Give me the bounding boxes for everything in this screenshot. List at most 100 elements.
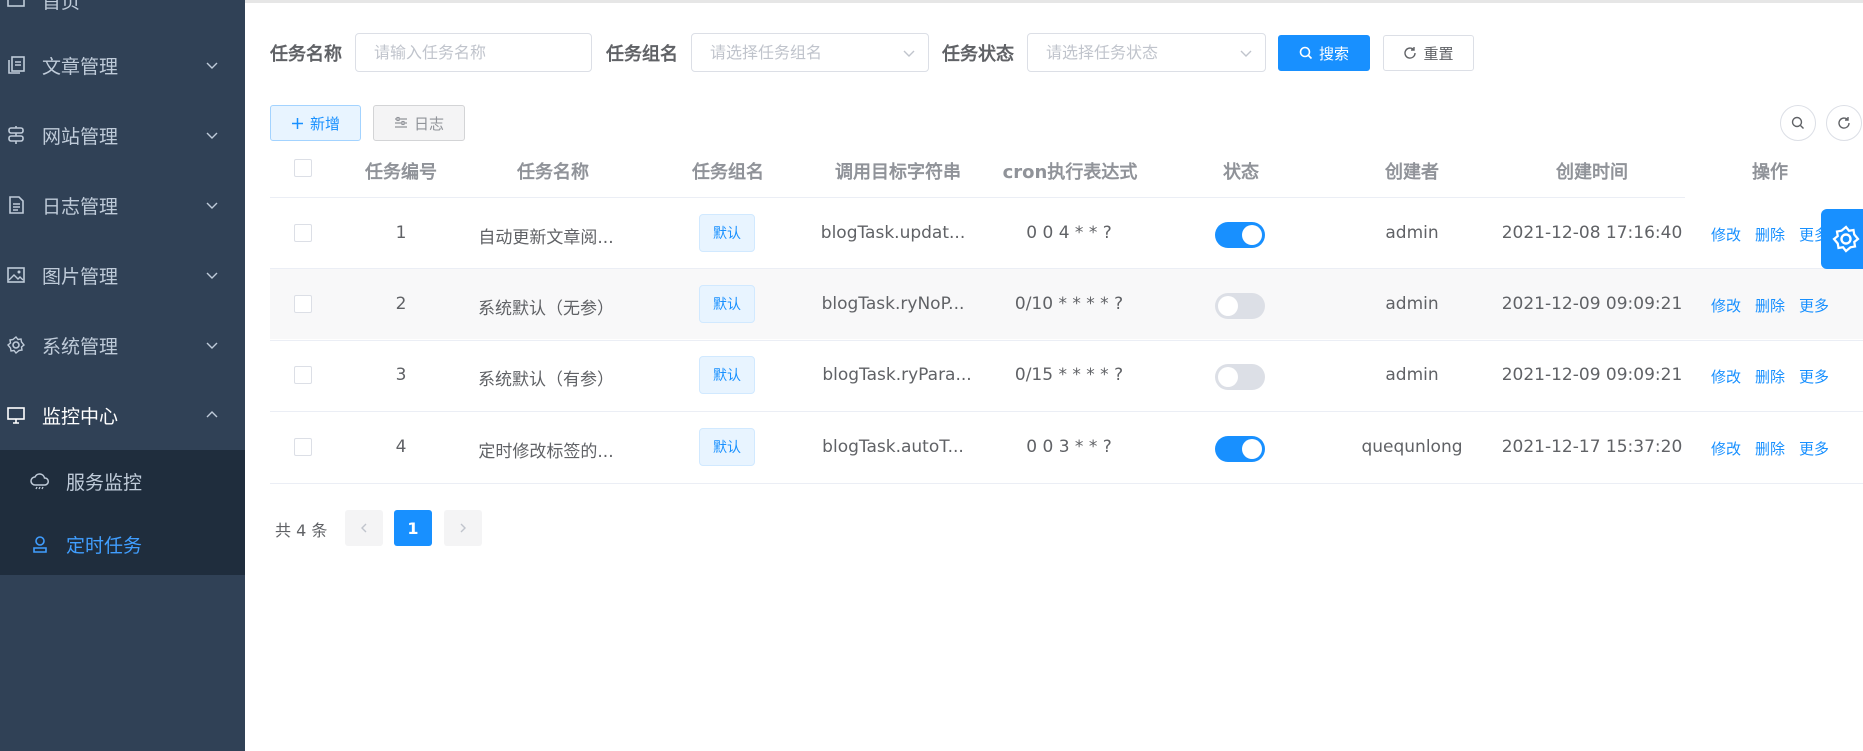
sidebar-item-label: 图片管理 [42, 265, 119, 288]
edit-link[interactable]: 修改 [1711, 438, 1741, 459]
switch-knob [1218, 367, 1238, 387]
more-link[interactable]: 更多 [1799, 366, 1829, 387]
row-divider [270, 483, 1863, 484]
delete-link[interactable]: 删除 [1755, 224, 1785, 245]
search-button-label: 搜索 [1318, 44, 1349, 63]
refresh-icon [1404, 47, 1417, 59]
submenu: 服务监控 定时任务 [0, 450, 245, 575]
sidebar-item-pictures[interactable]: 图片管理 [0, 240, 245, 310]
sidebar-item-articles[interactable]: 文章管理 [0, 30, 245, 100]
more-link[interactable]: 更多 [1799, 295, 1829, 316]
sidebar-item-monitor[interactable]: 监控中心 [0, 380, 245, 450]
task-group-tag: 默认 [699, 356, 755, 394]
task-group-tag: 默认 [699, 285, 755, 323]
delete-link[interactable]: 删除 [1755, 295, 1785, 316]
reset-button-label: 重置 [1423, 44, 1454, 63]
refresh-icon [1838, 117, 1850, 129]
edit-link[interactable]: 修改 [1711, 224, 1741, 245]
chevron-down-icon [206, 132, 218, 139]
row-divider [270, 340, 1863, 341]
sidebar-item-website[interactable]: 网站管理 [0, 100, 245, 170]
page-button-current[interactable]: 1 [394, 510, 432, 546]
switch-knob [1242, 439, 1262, 459]
create-time: 2021-12-09 09:09:21 [1501, 365, 1683, 385]
status-switch[interactable] [1215, 364, 1265, 390]
creator: quequnlong [1361, 437, 1463, 457]
task-id: 4 [395, 437, 407, 457]
sidebar-item-label: 网站管理 [42, 125, 119, 148]
task-status-placeholder: 请选择任务状态 [1046, 43, 1159, 62]
log-file-icon [9, 196, 24, 214]
task-id: 1 [395, 223, 407, 243]
task-group-tag: 默认 [699, 428, 755, 466]
cron-expression: 0/10 * * * * ? [1014, 294, 1124, 314]
invoke-target: blogTask.updat... [820, 223, 966, 243]
more-link[interactable]: 更多 [1799, 438, 1829, 459]
task-name-input[interactable]: 请输入任务名称 [355, 33, 592, 72]
cron-expression: 0 0 4 * * ? [1026, 223, 1112, 243]
column-header: 状态 [1223, 162, 1259, 183]
reset-button[interactable]: 重置 [1383, 35, 1474, 71]
sidebar-item-logs[interactable]: 日志管理 [0, 170, 245, 240]
sidebar-item-system[interactable]: 系统管理 [0, 310, 245, 380]
sidebar: 首页 文章管理 网站管理 日志管理 图片管理 系统管理 监控中心 服务监控 定时… [0, 0, 245, 751]
sidebar-item-label: 日志管理 [42, 195, 119, 218]
task-name: 系统默认（有参） [478, 370, 614, 390]
task-group-select[interactable]: 请选择任务组名 [691, 33, 929, 72]
column-header: 任务编号 [365, 162, 437, 183]
task-group-tag: 默认 [699, 214, 755, 252]
task-name-label: 任务名称 [270, 44, 342, 65]
operation-icon [394, 116, 407, 128]
header-divider [245, 0, 1863, 3]
refresh-table-button[interactable] [1826, 105, 1862, 141]
cron-expression: 0 0 3 * * ? [1026, 437, 1112, 457]
chevron-left-icon [361, 523, 367, 533]
add-button[interactable]: 新增 [270, 105, 361, 141]
status-switch[interactable] [1215, 222, 1265, 248]
status-switch[interactable] [1215, 436, 1265, 462]
switch-knob [1242, 225, 1262, 245]
task-name: 定时修改标签的... [478, 442, 614, 462]
prev-page-button[interactable] [345, 510, 383, 546]
row-checkbox[interactable] [294, 295, 312, 313]
column-header: 操作 [1752, 162, 1788, 183]
search-button[interactable]: 搜索 [1278, 35, 1370, 71]
next-page-button[interactable] [444, 510, 482, 546]
chevron-down-icon [903, 50, 915, 57]
search-icon [1791, 116, 1804, 129]
settings-panel-button[interactable] [1821, 209, 1863, 269]
gear-icon [7, 336, 25, 354]
task-status-select[interactable]: 请选择任务状态 [1027, 33, 1266, 72]
creator: admin [1385, 223, 1439, 243]
cloud-icon [30, 473, 49, 490]
chevron-down-icon [206, 272, 218, 279]
log-button[interactable]: 日志 [373, 105, 465, 141]
document-copy-icon [8, 56, 25, 74]
edit-link[interactable]: 修改 [1711, 295, 1741, 316]
header-divider [270, 197, 1685, 198]
sidebar-item-label: 文章管理 [42, 55, 119, 78]
task-name: 自动更新文章阅... [478, 228, 614, 248]
status-switch[interactable] [1215, 293, 1265, 319]
sidebar-item-label: 首页 [42, 0, 81, 13]
sidebar-item-label: 定时任务 [66, 534, 143, 557]
column-header: 创建时间 [1556, 162, 1628, 183]
edit-link[interactable]: 修改 [1711, 366, 1741, 387]
log-button-label: 日志 [413, 114, 444, 133]
toggle-search-button[interactable] [1780, 105, 1816, 141]
row-checkbox[interactable] [294, 224, 312, 242]
plus-icon [291, 117, 303, 129]
create-time: 2021-12-09 09:09:21 [1501, 294, 1683, 314]
row-checkbox[interactable] [294, 438, 312, 456]
sidebar-subitem-scheduled-tasks[interactable]: 定时任务 [0, 513, 245, 575]
column-header: 调用目标字符串 [835, 162, 961, 183]
chevron-down-icon [206, 62, 218, 69]
delete-link[interactable]: 删除 [1755, 438, 1785, 459]
select-all-checkbox[interactable] [294, 159, 312, 177]
task-status-label: 任务状态 [942, 44, 1014, 65]
task-name-placeholder: 请输入任务名称 [374, 43, 487, 62]
row-checkbox[interactable] [294, 366, 312, 384]
sidebar-subitem-server-monitor[interactable]: 服务监控 [0, 450, 245, 512]
invoke-target: blogTask.ryNoP... [821, 294, 965, 314]
delete-link[interactable]: 删除 [1755, 366, 1785, 387]
